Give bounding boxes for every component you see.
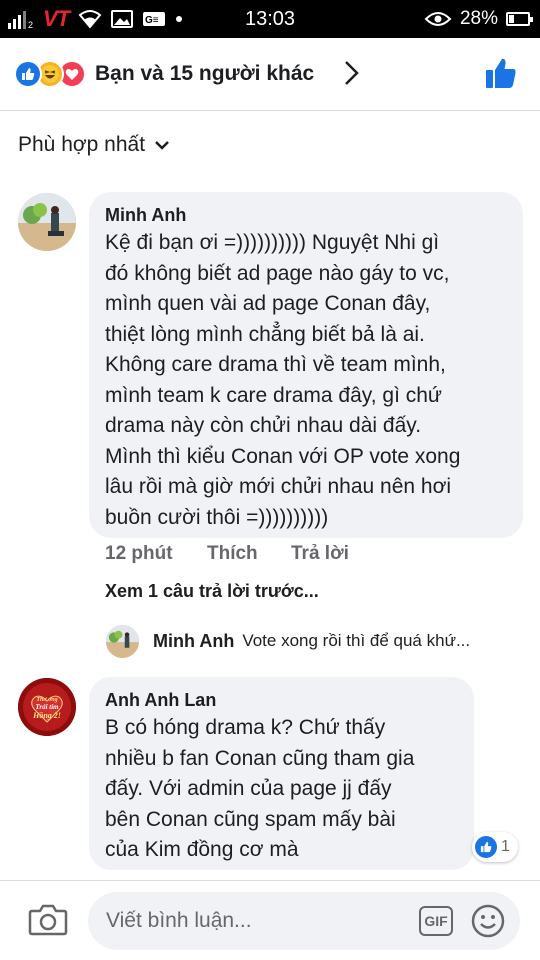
- comment-author[interactable]: Anh Anh Lan: [105, 689, 458, 711]
- gif-button[interactable]: GIF: [419, 906, 453, 936]
- comment-time: 12 phút: [105, 543, 173, 564]
- reply-text: Vote xong rồi thì để quá khứ...: [242, 631, 471, 650]
- svg-text:Hồng 2!: Hồng 2!: [32, 711, 61, 720]
- like-icon: [14, 60, 42, 88]
- reply-author: Minh Anh: [153, 630, 235, 651]
- chevron-right-icon: [345, 61, 359, 85]
- composer-divider: [0, 880, 540, 881]
- chevron-down-icon: [155, 141, 169, 150]
- reactions-header[interactable]: Bạn và 15 người khác: [0, 38, 540, 110]
- sort-label: Phù hợp nhất: [18, 133, 146, 156]
- comment-composer[interactable]: GIF: [88, 892, 520, 950]
- reply-avatar: [106, 624, 139, 658]
- camera-icon[interactable]: [28, 901, 68, 937]
- battery-icon: [506, 12, 533, 26]
- avatar-logo: Thơ ơng Trái tim Hồng 2!: [18, 678, 76, 736]
- like-link[interactable]: Thích: [207, 543, 291, 565]
- avatar[interactable]: Thơ ơng Trái tim Hồng 2!: [18, 678, 76, 736]
- avatar[interactable]: [18, 193, 76, 251]
- comment-like-count[interactable]: 1: [472, 832, 518, 862]
- comment-bubble[interactable]: Minh Anh Kệ đi bạn ơi =)))))))))) Nguyệt…: [89, 192, 523, 538]
- header-divider: [0, 110, 540, 111]
- reply-preview[interactable]: Minh Anh Vote xong rồi thì để quá khứ...: [106, 624, 526, 658]
- avatar-photo: [18, 193, 76, 251]
- view-previous-replies[interactable]: Xem 1 câu trả lời trước...: [105, 581, 319, 602]
- status-bar: 2 VT G≡ 13:03 28%: [0, 0, 540, 38]
- comment-bubble[interactable]: Anh Anh Lan B có hóng drama k? Chứ thấy …: [89, 677, 474, 870]
- eye-icon: [424, 12, 452, 26]
- battery-percent: 28%: [459, 8, 498, 29]
- like-count-value: 1: [501, 838, 510, 855]
- comment-actions: 12 phút Thích Trả lời: [105, 543, 349, 565]
- comment-text: Kệ đi bạn ơi =)))))))))) Nguyệt Nhi gì đ…: [105, 231, 461, 529]
- comment-text: B có hóng drama k? Chứ thấy nhiều b fan …: [105, 716, 415, 861]
- reaction-icons: [14, 60, 94, 88]
- reply-link[interactable]: Trả lời: [291, 543, 349, 565]
- svg-text:Trái tim: Trái tim: [35, 703, 59, 711]
- battery-level: [509, 15, 515, 23]
- sort-dropdown[interactable]: Phù hợp nhất: [18, 133, 171, 157]
- comment-input[interactable]: [106, 892, 406, 950]
- status-right: 28%: [424, 0, 533, 38]
- like-icon: [475, 836, 497, 858]
- emoji-icon[interactable]: [471, 904, 505, 938]
- like-button-icon[interactable]: [484, 56, 518, 90]
- comment-author[interactable]: Minh Anh: [105, 204, 507, 226]
- reactions-summary: Bạn và 15 người khác: [95, 62, 315, 85]
